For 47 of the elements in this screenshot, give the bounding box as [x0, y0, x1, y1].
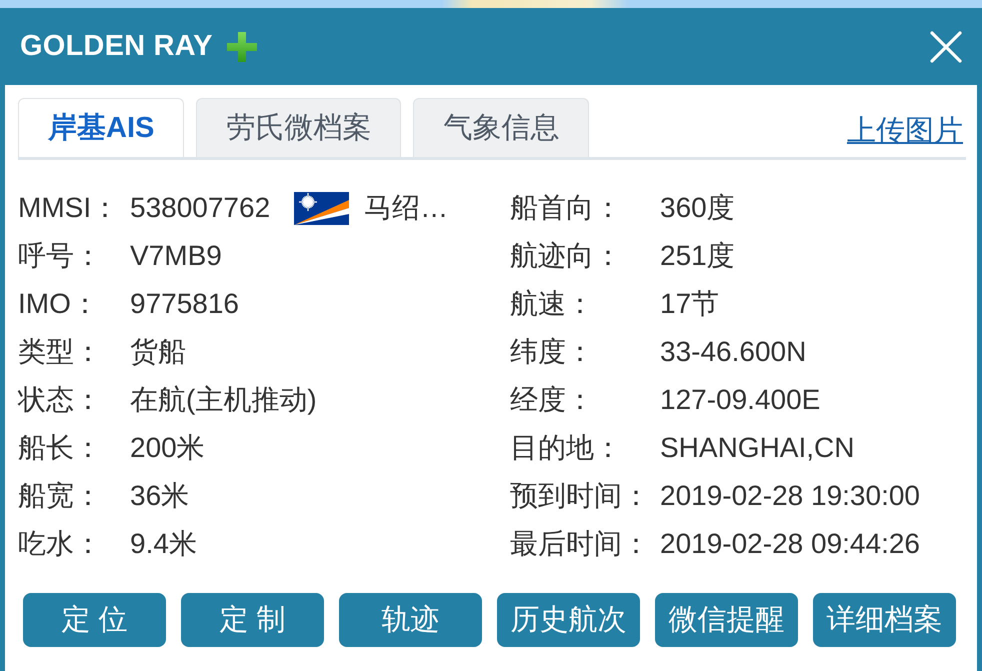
field-value: 251度 — [660, 239, 735, 273]
action-button[interactable]: 轨迹 — [339, 593, 482, 647]
field-label: 经度： — [510, 383, 595, 417]
tab[interactable]: 岸基AIS — [18, 98, 184, 157]
field-value: 36米 — [130, 479, 190, 513]
action-button[interactable]: 定 制 — [181, 593, 324, 647]
country-name: 马绍… — [364, 191, 448, 225]
field-value: V7MB9 — [130, 240, 222, 272]
tab[interactable]: 劳氏微档案 — [196, 98, 402, 157]
field-label: 目的地： — [510, 431, 623, 465]
action-button[interactable]: 微信提醒 — [655, 593, 798, 647]
window-title: GOLDEN RAY — [20, 30, 213, 63]
field-value: 在航(主机推动) — [130, 383, 317, 417]
field-value: 360度 — [660, 191, 735, 225]
action-button[interactable]: 详细档案 — [813, 593, 956, 647]
field-label: 航迹向： — [510, 239, 623, 273]
action-button[interactable]: 历史航次 — [497, 593, 640, 647]
tab[interactable]: 气象信息 — [413, 98, 590, 157]
plus-icon[interactable] — [226, 32, 257, 62]
field-value: 2019-02-28 19:30:00 — [660, 480, 920, 512]
field-value: 33-46.600N — [660, 336, 806, 368]
field-value: 17节 — [660, 287, 720, 321]
field-label: 类型： — [18, 335, 103, 369]
field-label: 预到时间： — [510, 479, 651, 513]
action-button[interactable]: 定 位 — [23, 593, 166, 647]
field-label: 纬度： — [510, 335, 595, 369]
field-value: 2019-02-28 09:44:26 — [660, 528, 920, 560]
field-label: MMSI： — [18, 191, 120, 225]
field-label: 航速： — [510, 287, 595, 321]
field-label: 船长： — [18, 431, 103, 465]
field-value: 9.4米 — [130, 527, 197, 561]
field-value: 538007762 — [130, 192, 270, 224]
field-label: 最后时间： — [510, 527, 651, 561]
field-value: 货船 — [130, 335, 186, 369]
field-value: SHANGHAI,CN — [660, 432, 854, 464]
field-label: 状态： — [18, 383, 103, 417]
field-label: 船首向： — [510, 191, 623, 225]
field-value: 200米 — [130, 431, 205, 465]
field-label: 呼号： — [18, 239, 103, 273]
field-label: IMO： — [18, 287, 100, 321]
upload-link[interactable]: 上传图片 — [847, 110, 963, 150]
field-label: 船宽： — [18, 479, 103, 513]
flag-icon — [294, 192, 350, 224]
close-icon[interactable] — [930, 30, 962, 62]
field-label: 吃水： — [18, 527, 103, 561]
field-value: 9775816 — [130, 288, 240, 320]
field-value: 127-09.400E — [660, 384, 820, 416]
